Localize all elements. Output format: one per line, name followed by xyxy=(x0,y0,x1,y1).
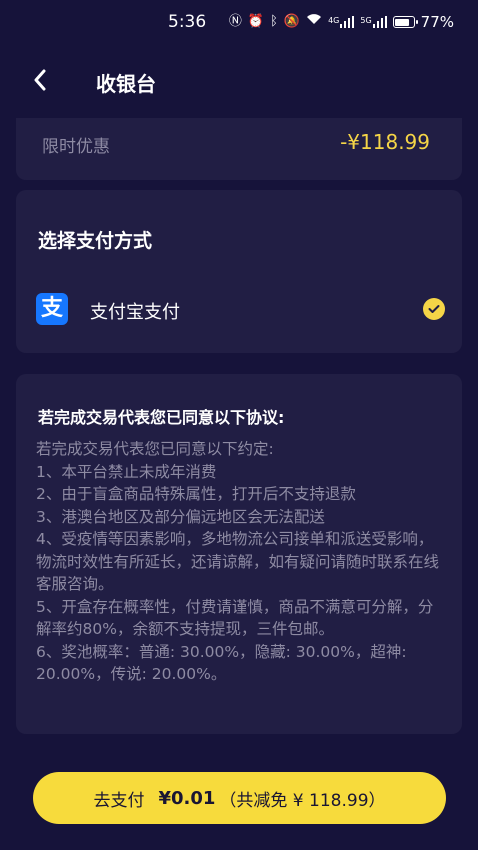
status-bar: 5:36 Ⓝ ⏰ ᛒ 🔕 4G 5G 77% xyxy=(0,0,478,44)
terms-line: 若完成交易代表您已同意以下约定: xyxy=(36,440,274,458)
bluetooth-icon: ᛒ xyxy=(270,14,278,29)
discount-value: -¥118.99 xyxy=(340,130,430,154)
terms-line: 1、本平台禁止未成年消费 xyxy=(36,462,217,481)
nav-bar: 收银台 xyxy=(0,56,478,104)
terms-body: 若完成交易代表您已同意以下约定: 1、本平台禁止未成年消费 2、由于盲盒商品特殊… xyxy=(36,438,446,686)
signal-4g-label: 4G xyxy=(328,16,340,25)
page-title: 收银台 xyxy=(96,72,156,96)
wifi-icon xyxy=(306,12,322,32)
battery-percent: 77% xyxy=(420,13,454,31)
terms-line: 5、开盒存在概率性，付费请谨慎，商品不满意可分解，分解率约80%，余额不支持提现… xyxy=(36,597,434,639)
pay-button-amount: ¥0.01 xyxy=(158,787,216,809)
nfc-icon: Ⓝ xyxy=(228,14,242,29)
discount-label: 限时优惠 xyxy=(42,137,110,157)
alarm-icon: ⏰ xyxy=(247,14,265,29)
pay-button[interactable]: 去支付 ¥0.01 （共减免 ¥ 118.99） xyxy=(33,772,446,824)
terms-line: 4、受疫情等因素影响，多地物流公司接单和派送受影响，物流时效性有所延长，还请谅解… xyxy=(36,530,440,593)
signal-5g-icon: 5G xyxy=(360,16,387,28)
alipay-logo-glyph: 支 xyxy=(40,296,63,321)
payment-option-alipay[interactable]: 支 支付宝支付 xyxy=(34,290,446,330)
terms-card: 若完成交易代表您已同意以下协议: 若完成交易代表您已同意以下约定: 1、本平台禁… xyxy=(16,374,462,734)
mute-icon: 🔕 xyxy=(283,14,301,29)
signal-5g-label: 5G xyxy=(360,16,372,25)
battery-icon xyxy=(392,16,418,28)
payment-option-label: 支付宝支付 xyxy=(90,302,180,323)
chevron-left-icon xyxy=(34,69,46,91)
terms-title: 若完成交易代表您已同意以下协议: xyxy=(38,408,285,427)
payment-method-card: 选择支付方式 支 支付宝支付 xyxy=(16,190,462,353)
pay-button-label: 去支付 xyxy=(93,790,145,811)
alipay-icon: 支 xyxy=(36,293,68,325)
status-icons: Ⓝ ⏰ ᛒ 🔕 4G 5G 77% xyxy=(229,12,454,32)
discount-card: 限时优惠 -¥118.99 xyxy=(16,118,462,180)
payment-method-title: 选择支付方式 xyxy=(38,230,153,252)
pay-button-saving: （共减免 ¥ 118.99） xyxy=(219,790,386,811)
terms-line: 6、奖池概率：普通: 30.00%，隐藏: 30.00%，超神: 20.00%，… xyxy=(36,642,407,684)
signal-4g-icon: 4G xyxy=(328,16,355,28)
terms-line: 2、由于盲盒商品特殊属性，打开后不支持退款 xyxy=(36,485,356,503)
check-circle-icon[interactable] xyxy=(423,298,445,320)
back-button[interactable] xyxy=(26,66,54,94)
terms-line: 3、港澳台地区及部分偏远地区会无法配送 xyxy=(36,507,325,526)
status-time: 5:36 xyxy=(168,12,207,32)
